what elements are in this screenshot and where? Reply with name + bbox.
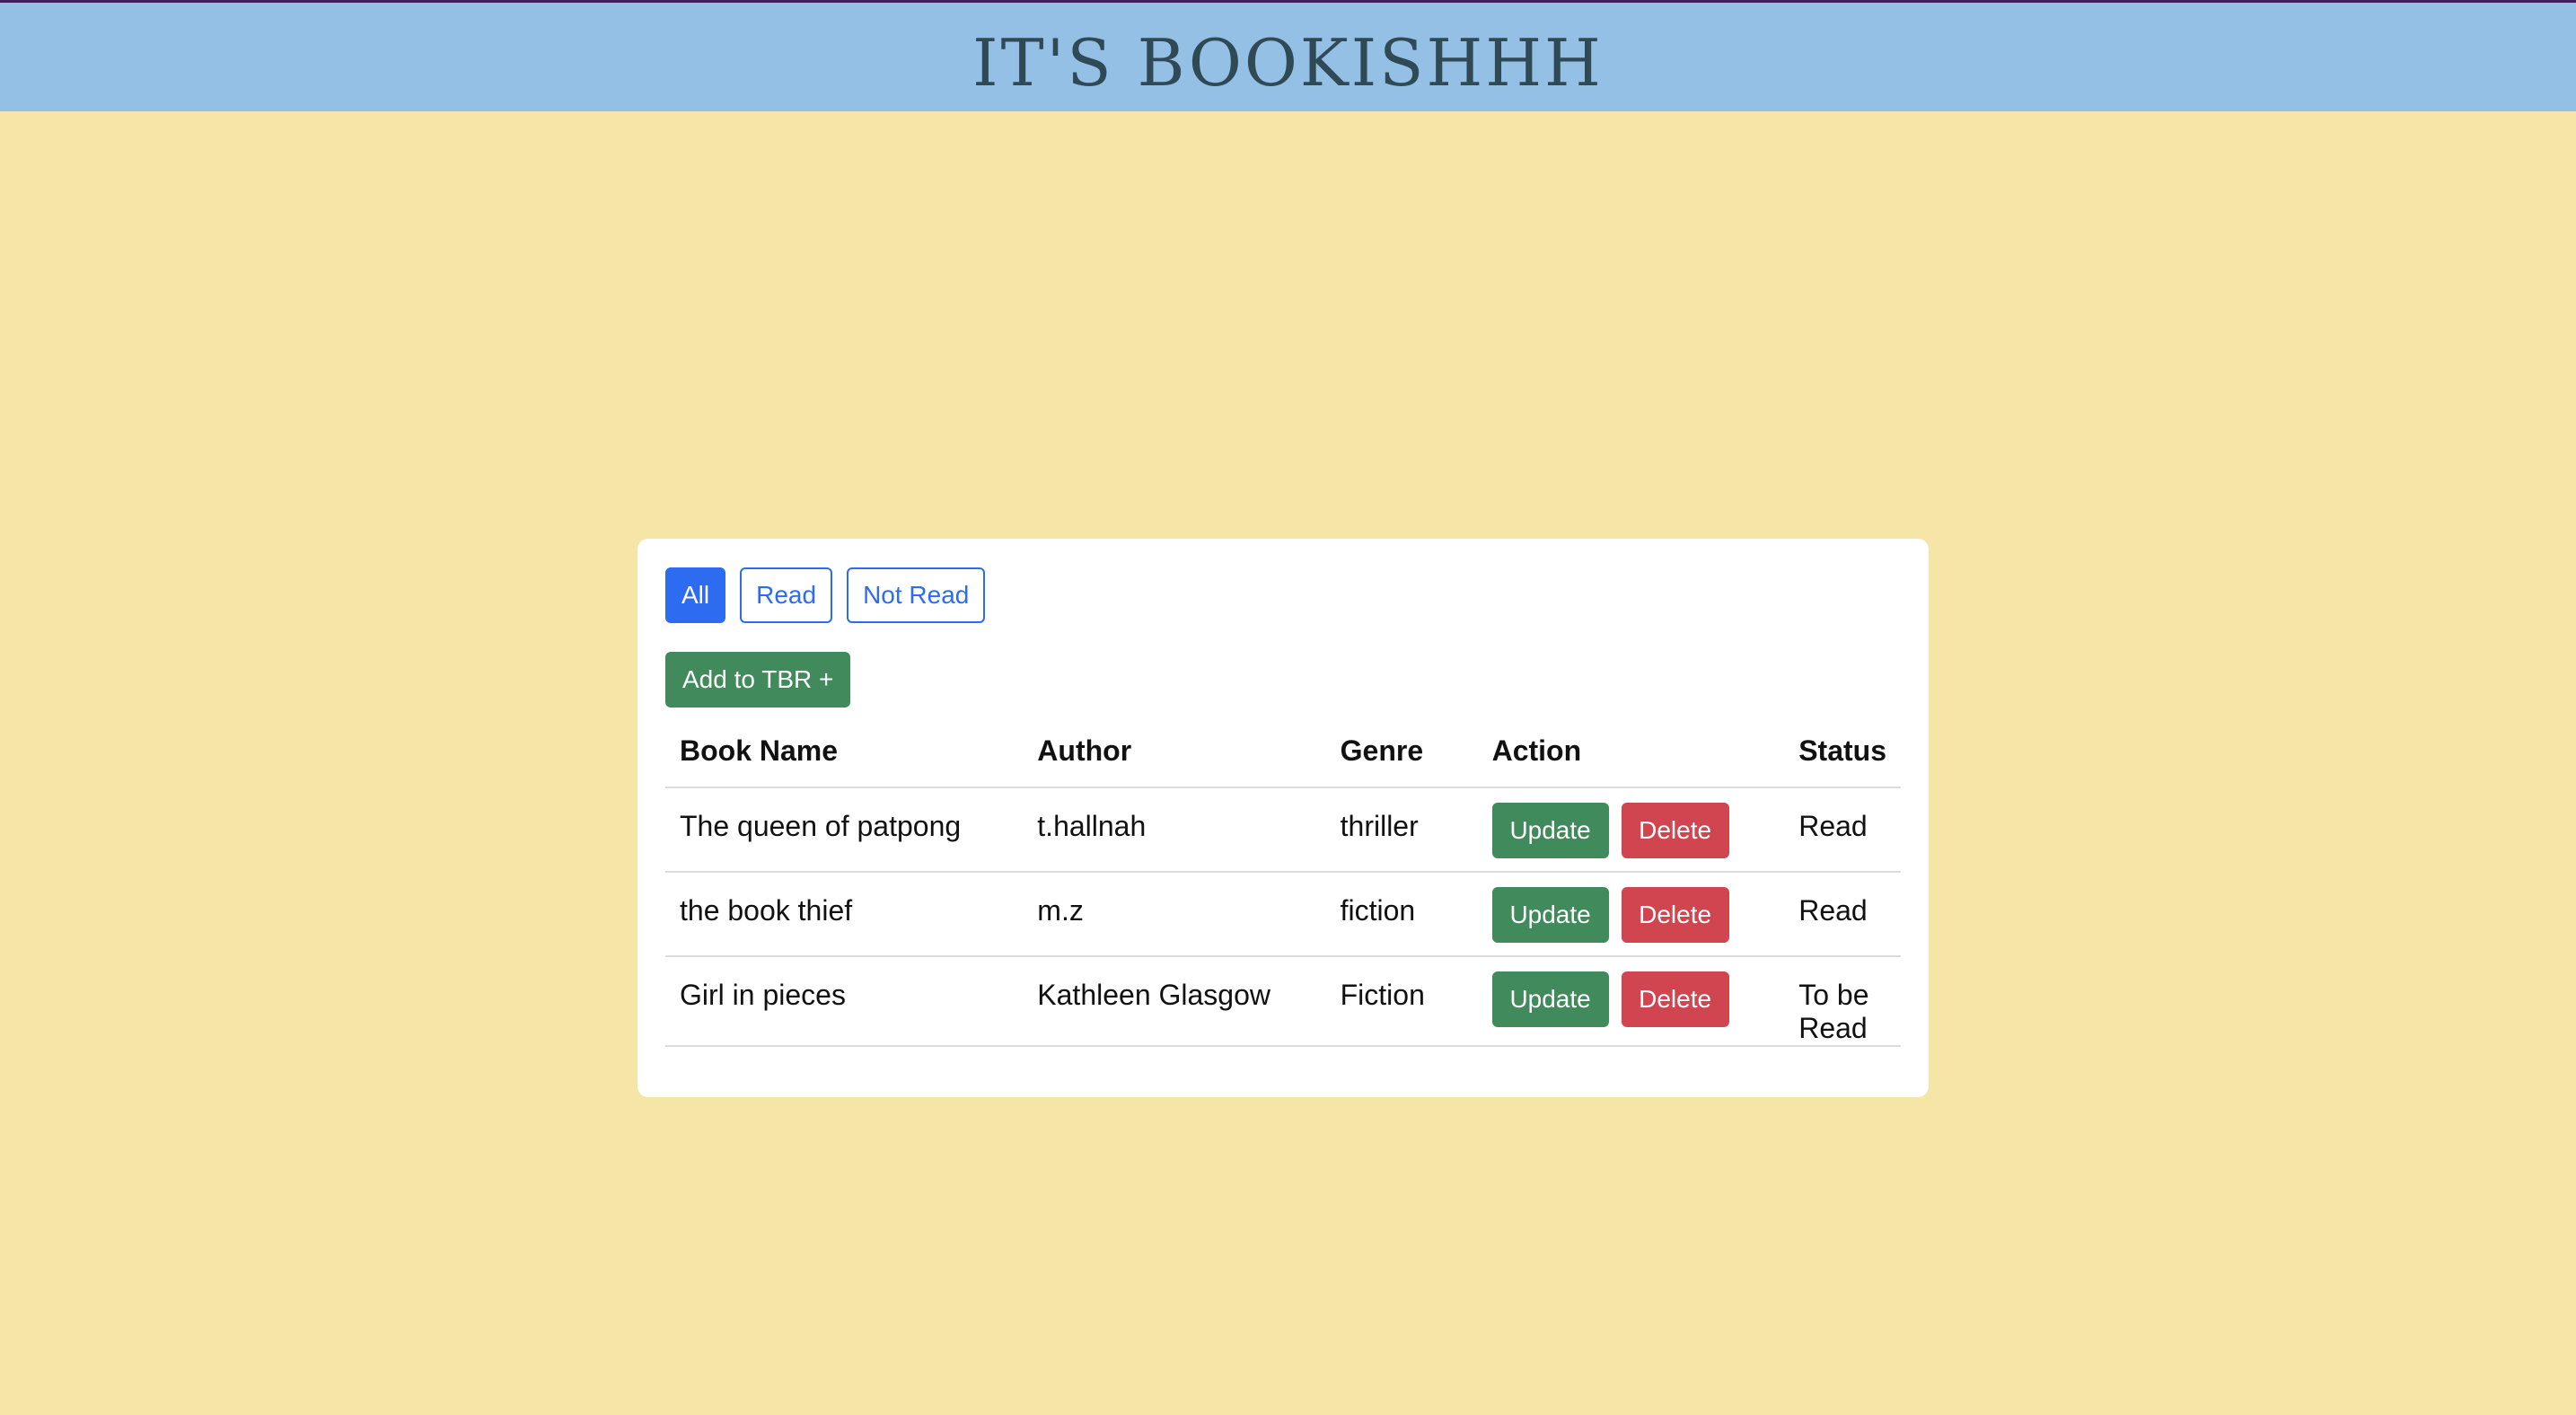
filter-tabs: All Read Not Read (665, 567, 1901, 623)
status-cell: To be Read (1784, 956, 1901, 1047)
status-cell: Read (1784, 872, 1901, 957)
author-cell: m.z (1023, 872, 1326, 957)
header-action: Action (1477, 715, 1785, 788)
filter-read-button[interactable]: Read (740, 567, 833, 623)
table-row: Girl in pieces Kathleen Glasgow Fiction … (665, 956, 1901, 1047)
book-name-cell: the book thief (665, 872, 1024, 957)
update-button[interactable]: Update (1491, 971, 1609, 1027)
delete-button[interactable]: Delete (1621, 887, 1729, 943)
action-cell: Update Delete (1477, 872, 1785, 957)
delete-button[interactable]: Delete (1621, 803, 1729, 858)
header-genre: Genre (1325, 715, 1478, 788)
genre-cell: fiction (1325, 872, 1478, 957)
update-button[interactable]: Update (1491, 887, 1609, 943)
genre-cell: thriller (1325, 787, 1478, 873)
filter-not-read-button[interactable]: Not Read (847, 567, 986, 623)
header-author: Author (1023, 715, 1326, 788)
genre-cell: Fiction (1325, 956, 1478, 1047)
author-cell: Kathleen Glasgow (1023, 956, 1326, 1047)
header-status: Status (1784, 715, 1901, 788)
update-button[interactable]: Update (1491, 803, 1609, 858)
delete-button[interactable]: Delete (1621, 971, 1729, 1027)
add-to-tbr-button[interactable]: Add to TBR + (665, 652, 851, 708)
filter-all-button[interactable]: All (665, 567, 726, 623)
books-card: All Read Not Read Add to TBR + Book Name… (637, 539, 1929, 1097)
table-row: the book thief m.z fiction Update Delete … (665, 872, 1901, 957)
book-name-cell: The queen of patpong (665, 787, 1024, 873)
app-header: IT'S BOOKISHHH (0, 0, 2576, 111)
status-cell: Read (1784, 787, 1901, 873)
book-name-cell: Girl in pieces (665, 956, 1024, 1047)
header-book-name: Book Name (665, 715, 1024, 788)
action-cell: Update Delete (1477, 956, 1785, 1047)
table-header-row: Book Name Author Genre Action Status (665, 715, 1901, 788)
app-title: IT'S BOOKISHHH (972, 24, 1604, 101)
table-row: The queen of patpong t.hallnah thriller … (665, 787, 1901, 873)
author-cell: t.hallnah (1023, 787, 1326, 873)
books-table: Book Name Author Genre Action Status The… (665, 715, 1901, 1047)
action-cell: Update Delete (1477, 787, 1785, 873)
